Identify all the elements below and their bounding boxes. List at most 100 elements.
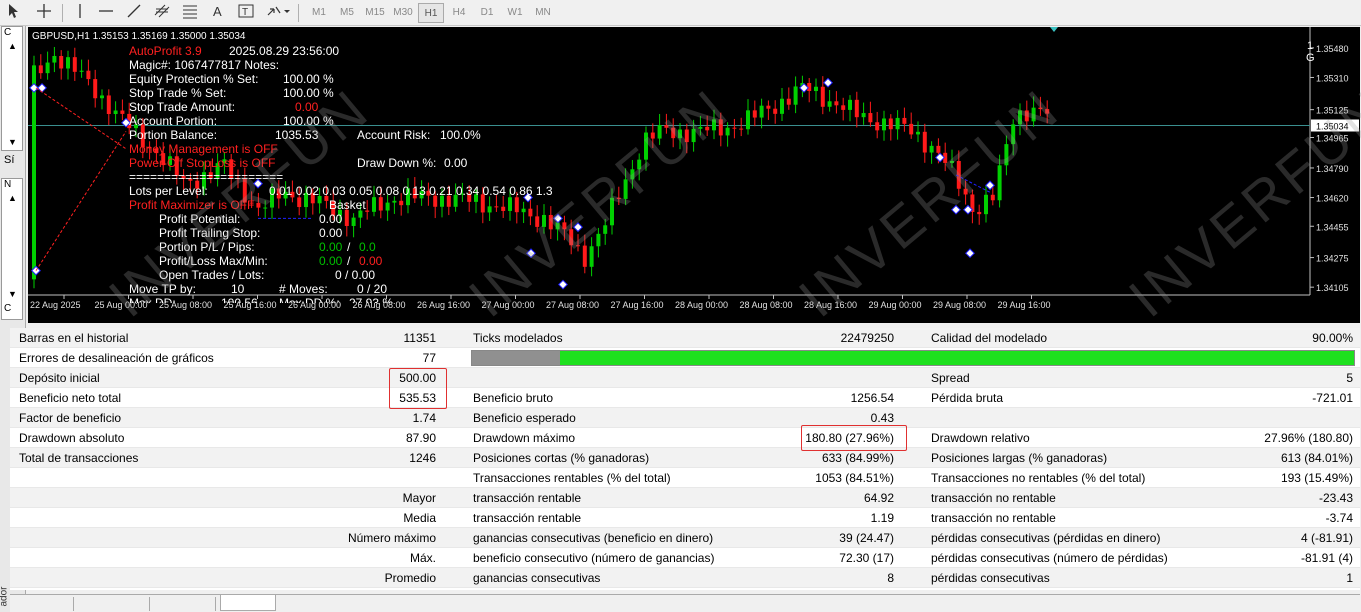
report-v1-cell: Máx. xyxy=(409,551,436,565)
candle-body xyxy=(120,110,125,114)
report-v1-cell: Mayor xyxy=(402,491,436,505)
ea-name: AutoProfit 3.9 xyxy=(129,44,202,58)
highlight-box xyxy=(389,368,447,409)
timeframe-m5[interactable]: M5 xyxy=(334,3,360,23)
chart-header: GBPUSD,H1 1.35153 1.35169 1.35000 1.3503… xyxy=(32,31,246,42)
svg-text:A: A xyxy=(213,4,222,19)
trade-marker xyxy=(29,82,39,93)
report-v1-cell: 1246 xyxy=(409,451,436,465)
horizontal-line-icon[interactable] xyxy=(96,3,116,22)
toolbar-separator xyxy=(62,4,63,22)
candle-body xyxy=(59,55,64,69)
side-tab-label: ador xyxy=(0,586,10,607)
scroll-down-icon[interactable]: ▼ xyxy=(8,289,17,299)
magic-number: Magic#: 1067477817 Notes: xyxy=(129,58,280,72)
candle-body xyxy=(494,206,499,208)
report-row: Factor de beneficio 1.74 Beneficio esperad… xyxy=(10,408,1360,428)
profit-potential-value: 0.00 xyxy=(319,212,343,226)
report-v2-cell: 8 xyxy=(887,571,894,585)
cursor-icon[interactable] xyxy=(4,3,24,22)
tab-graph[interactable] xyxy=(156,597,216,611)
report-v1-cell xyxy=(240,468,436,488)
candle-body xyxy=(848,99,852,110)
report-v1-cell: Número máximo xyxy=(347,531,436,545)
candle-body xyxy=(739,128,744,130)
candle-body xyxy=(793,86,798,105)
candle-body xyxy=(827,101,832,107)
label-tool-icon[interactable]: T xyxy=(236,3,256,22)
report-row: Promedio ganancias consecutivas 8 pérdidas … xyxy=(10,568,1360,588)
timeframe-h4[interactable]: H4 xyxy=(446,3,472,23)
bottom-tabs xyxy=(10,594,1360,612)
trade-marker xyxy=(823,77,833,88)
trade-connector xyxy=(35,87,127,150)
equity-label: Equity Protection % Set: xyxy=(129,72,259,86)
report-v3-cell: 613 (84.01%) xyxy=(1280,451,1353,465)
report-v2-cell xyxy=(670,368,894,388)
report-row: Depósito inicial 500.00 Spread 5 xyxy=(10,368,1360,388)
scroll-up-icon[interactable]: ▲ xyxy=(8,41,17,51)
tab-journal[interactable] xyxy=(280,597,350,611)
candle-body xyxy=(786,98,791,105)
report-v1-cell: Promedio xyxy=(384,571,436,585)
trade-marker xyxy=(558,279,568,290)
candle-body xyxy=(820,86,825,107)
candle-body xyxy=(909,123,914,135)
channel-icon[interactable] xyxy=(152,3,172,22)
candle-body xyxy=(378,197,383,211)
timeframe-mn[interactable]: MN xyxy=(530,3,556,23)
candle-body xyxy=(841,105,846,110)
trade-marker xyxy=(37,82,47,93)
text-tool-icon[interactable]: A xyxy=(208,3,228,22)
timeframe-m15[interactable]: M15 xyxy=(362,3,388,23)
scroll-down-icon[interactable]: ▼ xyxy=(8,137,17,147)
candle-body xyxy=(392,200,397,203)
right-fragment: G xyxy=(1306,52,1315,64)
report-row: Transacciones rentables (% del total) 105… xyxy=(10,468,1360,488)
fibonacci-icon[interactable] xyxy=(180,3,200,22)
left-panel-bottom: N ▲ ▼ C xyxy=(1,178,23,320)
candle-body xyxy=(834,101,839,106)
timeframe-w1[interactable]: W1 xyxy=(502,3,528,23)
candle-body xyxy=(487,206,492,213)
report-v3-cell: -3.74 xyxy=(1325,511,1353,525)
timeframe-h1[interactable]: H1 xyxy=(418,3,444,23)
candle-body xyxy=(106,95,111,115)
report-v3-cell: 193 (15.49%) xyxy=(1280,471,1353,485)
report-v2-cell: 1053 (84.51%) xyxy=(815,471,894,485)
timeframe-d1[interactable]: D1 xyxy=(474,3,500,23)
trendline-icon[interactable] xyxy=(124,3,144,22)
vertical-line-icon[interactable] xyxy=(70,3,90,22)
ea-timestamp: 2025.08.29 23:56:00 xyxy=(229,44,340,58)
candle-body xyxy=(351,217,356,226)
candle-body xyxy=(746,110,750,130)
risk-value: 100.0% xyxy=(440,128,481,142)
tab-report[interactable] xyxy=(220,595,276,611)
report-row: Errores de desalineación de gráficos 77 xyxy=(10,348,1360,368)
tab-settings[interactable] xyxy=(24,597,74,611)
candle-body xyxy=(385,202,390,211)
tab-results[interactable] xyxy=(80,597,150,611)
crosshair-icon[interactable] xyxy=(34,3,54,22)
left-panel-label: C xyxy=(4,27,12,38)
report-row: Máx. beneficio consecutivo (número de gan… xyxy=(10,548,1360,568)
timeframe-m30[interactable]: M30 xyxy=(390,3,416,23)
candle-body xyxy=(113,110,118,115)
time-tick-label: 26 Aug 16:00 xyxy=(417,300,470,310)
trade-connector xyxy=(35,131,127,271)
arrows-dropdown-icon[interactable] xyxy=(264,3,292,22)
timeframe-m1[interactable]: M1 xyxy=(306,3,332,23)
open-trades-value: 0 / 0.00 xyxy=(335,268,376,282)
candle-body xyxy=(501,206,506,211)
scroll-up-icon[interactable]: ▲ xyxy=(8,193,17,203)
report-v3-cell: 90.00% xyxy=(1312,331,1353,345)
portion-pl-value: 0.00 xyxy=(319,240,343,254)
price-tick-label: 1.34620 xyxy=(1316,194,1349,204)
time-tick-label: 29 Aug 00:00 xyxy=(869,300,922,310)
report-v2-cell: 1.19 xyxy=(870,511,894,525)
candle-body xyxy=(916,131,920,135)
report-v2-cell: 72.30 (17) xyxy=(839,551,894,565)
candle-body xyxy=(922,131,927,153)
candle-body xyxy=(780,98,784,114)
candle-body xyxy=(854,99,859,118)
